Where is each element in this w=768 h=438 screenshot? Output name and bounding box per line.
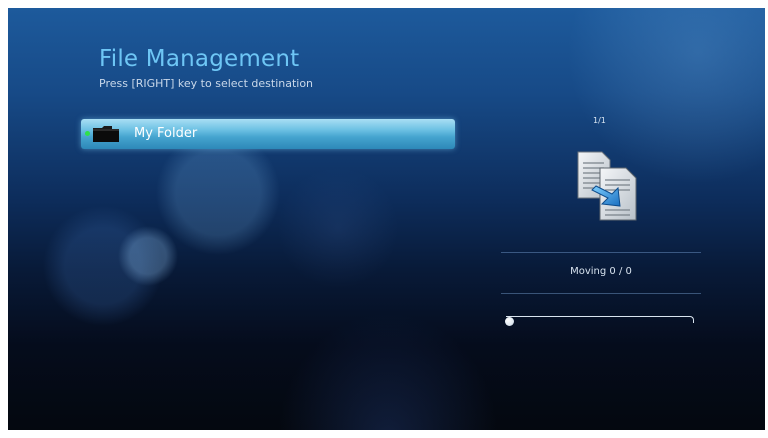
page-subtitle: Press [RIGHT] key to select destination xyxy=(99,77,314,90)
folder-icon xyxy=(92,125,122,147)
file-management-screen: File Management Press [RIGHT] key to sel… xyxy=(8,8,765,430)
folder-label: My Folder xyxy=(134,126,198,141)
page-title: File Management xyxy=(99,46,300,72)
divider xyxy=(501,293,701,294)
copy-documents-icon xyxy=(574,148,644,228)
move-status: Moving 0 / 0 xyxy=(570,266,632,277)
progress-knob xyxy=(505,317,514,326)
progress-bar xyxy=(506,316,694,323)
folder-list-item-my-folder[interactable]: My Folder xyxy=(81,119,455,149)
page-indicator: 1/1 xyxy=(593,116,606,125)
divider xyxy=(501,252,701,253)
selection-bullet-icon xyxy=(85,131,90,136)
